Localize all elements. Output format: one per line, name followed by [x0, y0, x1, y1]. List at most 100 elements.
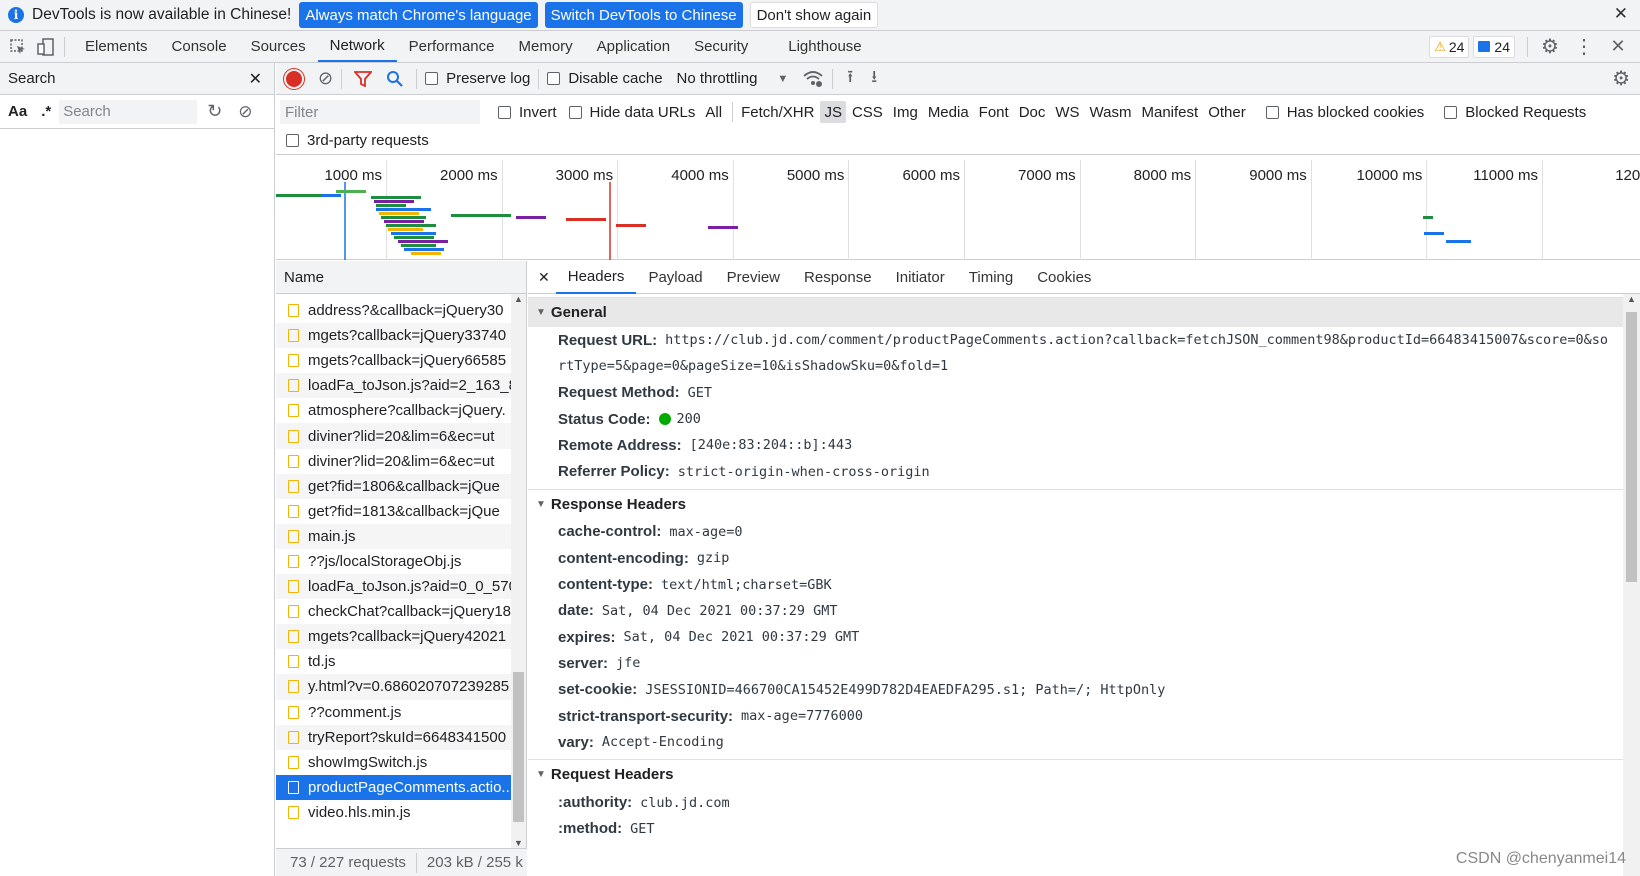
- request-row[interactable]: productPageComments.actio..: [276, 774, 526, 800]
- request-row[interactable]: mgets?callback=jQuery66585: [276, 348, 526, 373]
- request-row[interactable]: mgets?callback=jQuery33740: [276, 323, 526, 349]
- network-overview[interactable]: 1000 ms 2000 ms 3000 ms 4000 ms 5000 ms 6000 …: [276, 160, 1640, 260]
- filter-type-fetch-xhr[interactable]: Fetch/XHR: [737, 101, 818, 123]
- request-row[interactable]: tryReport?skuId=6648341500: [276, 724, 526, 750]
- tab-headers[interactable]: Headers: [555, 261, 637, 294]
- export-har-icon[interactable]: ⭳: [871, 64, 877, 93]
- request-headers-section-header[interactable]: ▼ Request Headers: [528, 759, 1623, 789]
- response-headers-section-header[interactable]: ▼ Response Headers: [528, 488, 1623, 519]
- tab-network[interactable]: Network: [317, 31, 397, 62]
- filter-type-img[interactable]: Img: [889, 101, 922, 123]
- match-language-button[interactable]: Always match Chrome's language: [299, 2, 538, 28]
- tab-sources[interactable]: Sources: [239, 31, 318, 62]
- network-conditions-icon[interactable]: [802, 70, 824, 88]
- filter-type-js[interactable]: JS: [820, 101, 846, 123]
- header-value: JSESSIONID=466700CA15452E499D782D4EAEDFA…: [645, 681, 1166, 698]
- request-row[interactable]: diviner?lid=20&lim=6&ec=ut: [276, 423, 526, 449]
- match-case-toggle[interactable]: Aa: [8, 103, 27, 120]
- filter-type-css[interactable]: CSS: [848, 101, 887, 123]
- scroll-thumb[interactable]: [1626, 312, 1637, 582]
- close-icon[interactable]: ✕: [1614, 4, 1628, 24]
- settings-gear-icon[interactable]: ⚙: [1540, 36, 1560, 58]
- tab-timing[interactable]: Timing: [957, 261, 1025, 294]
- tab-initiator[interactable]: Initiator: [884, 261, 957, 294]
- request-row[interactable]: diviner?lid=20&lim=6&ec=ut: [276, 449, 526, 474]
- hide-data-urls-checkbox[interactable]: [568, 105, 582, 119]
- filter-type-manifest[interactable]: Manifest: [1138, 101, 1203, 123]
- refresh-icon[interactable]: ↻: [207, 101, 222, 122]
- request-list-scrollbar[interactable]: ▲ ▼: [511, 294, 526, 848]
- filter-type-all[interactable]: All: [701, 101, 726, 123]
- filter-type-font[interactable]: Font: [975, 101, 1013, 123]
- tab-payload[interactable]: Payload: [636, 261, 714, 294]
- preserve-log-checkbox[interactable]: [425, 72, 439, 85]
- tab-lighthouse[interactable]: Lighthouse: [776, 31, 873, 62]
- filter-type-other[interactable]: Other: [1204, 101, 1250, 123]
- filter-type-wasm[interactable]: Wasm: [1086, 101, 1136, 123]
- request-row[interactable]: video.hls.min.js: [276, 800, 526, 825]
- request-row[interactable]: showImgSwitch.js: [276, 750, 526, 775]
- record-icon[interactable]: [286, 70, 302, 87]
- device-toolbar-icon[interactable]: [36, 37, 56, 57]
- scroll-up-arrow[interactable]: ▲: [1623, 294, 1640, 304]
- disable-cache-checkbox[interactable]: [547, 72, 561, 85]
- close-search-icon[interactable]: ✕: [249, 69, 262, 89]
- tab-response[interactable]: Response: [792, 261, 884, 294]
- filter-type-doc[interactable]: Doc: [1015, 101, 1050, 123]
- invert-checkbox[interactable]: [498, 105, 511, 119]
- close-details-icon[interactable]: ✕: [538, 269, 550, 286]
- throttling-select[interactable]: No throttling ▼: [677, 70, 789, 87]
- blocked-requests-checkbox[interactable]: [1444, 105, 1458, 119]
- request-row[interactable]: loadFa_toJson.js?aid=0_0_570: [276, 574, 526, 600]
- details-scrollbar[interactable]: ▲: [1623, 294, 1640, 876]
- header-row: date: Sat, 04 Dec 2021 00:37:29 GMT: [528, 598, 1623, 624]
- import-har-icon[interactable]: ⭱: [847, 64, 853, 93]
- request-row[interactable]: address?&callback=jQuery30: [276, 298, 526, 323]
- inspect-element-icon[interactable]: [8, 37, 28, 57]
- scroll-down-arrow[interactable]: ▼: [511, 838, 526, 848]
- clear-search-icon[interactable]: ⊘: [238, 102, 252, 122]
- search-input[interactable]: Search: [59, 99, 198, 124]
- messages-badge[interactable]: 24: [1473, 35, 1515, 58]
- request-row[interactable]: atmosphere?callback=jQuery.: [276, 398, 526, 423]
- scroll-up-arrow[interactable]: ▲: [511, 294, 526, 304]
- request-row[interactable]: td.js: [276, 649, 526, 674]
- filter-funnel-icon[interactable]: [354, 70, 373, 87]
- filter-input[interactable]: Filter: [280, 100, 480, 124]
- dont-show-again-button[interactable]: Don't show again: [749, 2, 879, 28]
- close-devtools-icon[interactable]: ✕: [1608, 36, 1628, 57]
- scroll-thumb[interactable]: [513, 672, 524, 822]
- request-row[interactable]: y.html?v=0.686020707239285: [276, 674, 526, 700]
- request-row[interactable]: get?fid=1806&callback=jQue: [276, 473, 526, 499]
- filter-type-media[interactable]: Media: [924, 101, 973, 123]
- regex-toggle[interactable]: .*: [41, 103, 51, 120]
- tab-memory[interactable]: Memory: [507, 31, 585, 62]
- tab-preview[interactable]: Preview: [715, 261, 792, 294]
- switch-chinese-button[interactable]: Switch DevTools to Chinese: [544, 2, 743, 28]
- has-blocked-cookies-checkbox[interactable]: [1265, 105, 1279, 119]
- tab-cookies[interactable]: Cookies: [1025, 261, 1103, 294]
- request-row[interactable]: main.js: [276, 523, 526, 549]
- request-row[interactable]: checkChat?callback=jQuery18: [276, 599, 526, 624]
- tab-elements[interactable]: Elements: [73, 31, 160, 62]
- request-row[interactable]: ??comment.js: [276, 700, 526, 725]
- tab-application[interactable]: Application: [585, 31, 682, 62]
- more-options-icon[interactable]: ⋮: [1574, 36, 1594, 58]
- tab-console[interactable]: Console: [160, 31, 239, 62]
- name-column-header[interactable]: Name: [276, 261, 526, 294]
- request-row[interactable]: loadFa_toJson.js?aid=2_163_8: [276, 373, 526, 399]
- filter-type-ws[interactable]: WS: [1051, 101, 1083, 123]
- clear-log-icon[interactable]: ⊘: [318, 68, 333, 89]
- general-section-header[interactable]: ▼ General: [528, 297, 1623, 327]
- third-party-checkbox[interactable]: [286, 133, 299, 147]
- status-code-label: Status Code:: [558, 410, 651, 428]
- request-row[interactable]: mgets?callback=jQuery42021: [276, 624, 526, 650]
- search-icon[interactable]: [386, 70, 404, 88]
- request-row[interactable]: get?fid=1813&callback=jQue: [276, 499, 526, 524]
- warnings-badge[interactable]: ⚠ 24: [1429, 35, 1470, 58]
- header-row: cache-control: max-age=0: [528, 519, 1623, 545]
- tab-performance[interactable]: Performance: [397, 31, 507, 62]
- request-row[interactable]: ??js/localStorageObj.js: [276, 549, 526, 574]
- tab-security[interactable]: Security: [682, 31, 760, 62]
- network-settings-icon[interactable]: ⚙: [1612, 66, 1630, 91]
